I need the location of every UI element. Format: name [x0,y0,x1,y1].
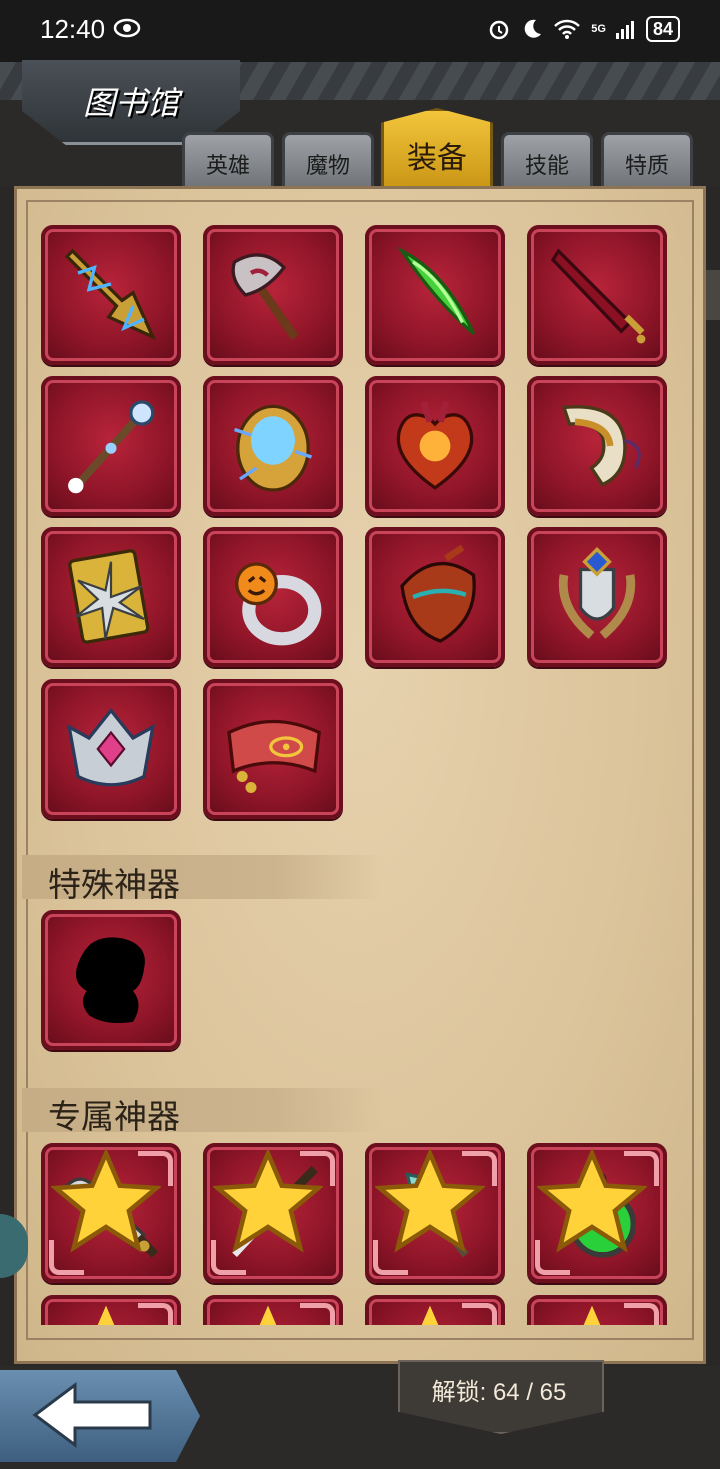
frame-corner [300,1303,335,1325]
signal-icon [615,21,634,39]
status-bar: 12:40 5G 84 [0,0,720,62]
status-time: 12:40 [40,14,106,44]
moon-icon [525,19,542,38]
equipment-slot[interactable] [203,527,343,667]
exclusive-artifact-slot[interactable] [203,1295,343,1325]
star-icon [537,1149,647,1253]
laurel-shield-emblem-icon [558,547,636,639]
equipment-slot[interactable] [41,679,181,819]
frame-corner [624,1303,659,1325]
equipment-slot[interactable] [365,225,505,365]
lightning-spear-icon [64,248,157,341]
battle-axe-icon [231,253,299,341]
special-artifacts-title: 特殊神器 [48,865,180,904]
equipment-slot[interactable] [203,376,343,516]
equipment-slot[interactable] [41,225,181,365]
tab-traits[interactable]: 特质 [601,132,693,190]
star-icon [375,1149,485,1253]
star-icon [213,1149,323,1253]
eye-icon [113,18,141,38]
equipment-slot[interactable] [203,225,343,365]
eye-headband-icon [227,719,321,793]
magma-heart-icon [396,401,474,490]
exclusive-artifacts-title: 专属神器 [48,1097,180,1136]
equipment-slot[interactable] [365,527,505,667]
tab-equipment[interactable]: 装备 [381,108,493,190]
exclusive-artifact-slot[interactable] [365,1295,505,1325]
exclusive-artifact-slot[interactable] [41,1143,181,1283]
spiked-shield-icon [68,549,150,644]
exclusive-artifact-slot[interactable] [41,1295,181,1325]
equipment-slot[interactable] [527,225,667,365]
exclusive-artifact-slot[interactable] [527,1143,667,1283]
equipment-slot[interactable] [41,527,181,667]
equipment-slot[interactable] [203,679,343,819]
ice-staff-icon [68,400,155,494]
back-arrow-icon [32,1382,152,1448]
locked-silhouette-icon [76,937,145,1024]
exclusive-artifact-slot[interactable] [365,1143,505,1283]
unlock-counter: 解锁: 64 / 65 [431,1379,567,1406]
partial-row [0,1295,720,1325]
equipment-slot[interactable] [527,376,667,516]
equipment-slot[interactable] [527,527,667,667]
alarm-icon [490,20,509,40]
frame-corner [138,1303,173,1325]
gem-crown-icon [66,707,156,787]
tab-heroes[interactable]: 英雄 [182,132,274,190]
tab-monsters[interactable]: 魔物 [282,132,374,190]
network-type: 5G [591,23,606,35]
demon-helm-icon [400,544,476,643]
exclusive-artifact-slot[interactable] [203,1143,343,1283]
pumpkin-ring-icon [235,562,322,646]
blue-egg-orb-icon [233,404,313,492]
exclusive-artifact-slot[interactable] [527,1295,667,1325]
page-title: 图书馆 [82,84,179,122]
crimson-sword-icon [550,248,646,344]
wifi-icon [554,19,581,39]
frame-corner [462,1303,497,1325]
horn-icon [561,405,641,487]
star-icon [51,1149,161,1253]
tab-skills[interactable]: 技能 [501,132,593,190]
equipment-slot[interactable] [41,376,181,516]
special-artifact-slot[interactable] [41,910,181,1050]
equipment-slot[interactable] [365,376,505,516]
battery-indicator: 84 [645,16,680,42]
green-blade-icon [397,246,476,335]
